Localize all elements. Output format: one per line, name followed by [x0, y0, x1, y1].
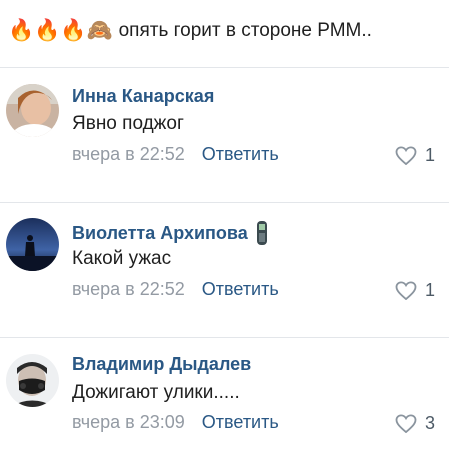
- like-count: 1: [424, 280, 435, 300]
- comment-item: Владимир Дыдалев Дожигают улики..... вче…: [0, 338, 449, 449]
- avatar[interactable]: [6, 84, 59, 137]
- avatar[interactable]: [6, 218, 59, 271]
- comment-meta: вчера в 22:52 Ответить: [72, 144, 279, 165]
- like-count: 1: [424, 145, 435, 165]
- comment-item: Инна Канарская Явно поджог вчера в 22:52…: [0, 68, 449, 188]
- reply-button[interactable]: Ответить: [202, 412, 279, 432]
- heart-icon: [395, 281, 417, 300]
- comment-author[interactable]: Виолетта Архипова: [72, 220, 268, 246]
- comment-meta: вчера в 23:09 Ответить: [72, 412, 279, 433]
- comment-item: Виолетта Архипова Какой ужас вчера в 22:…: [0, 203, 449, 323]
- comment-time[interactable]: вчера в 22:52: [72, 144, 185, 164]
- comment-text: Какой ужас: [72, 248, 172, 269]
- author-name[interactable]: Инна Канарская: [72, 86, 214, 107]
- like-count: 3: [424, 413, 435, 433]
- comments-thread: 🔥🔥🔥🙈 опять горит в стороне РММ.. Инна Ка…: [0, 0, 449, 449]
- mobile-phone-icon: [256, 220, 268, 246]
- fire-emojis-icon: 🔥🔥🔥🙈: [8, 19, 113, 42]
- comment-time[interactable]: вчера в 22:52: [72, 279, 185, 299]
- comment-text: Явно поджог: [72, 113, 184, 134]
- author-name[interactable]: Владимир Дыдалев: [72, 354, 251, 375]
- comment-time[interactable]: вчера в 23:09: [72, 412, 185, 432]
- comment-meta: вчера в 22:52 Ответить: [72, 279, 279, 300]
- comment-text: Дожигают улики.....: [72, 382, 240, 403]
- avatar[interactable]: [6, 354, 59, 407]
- comment-author[interactable]: Владимир Дыдалев: [72, 354, 251, 375]
- heart-icon: [395, 414, 417, 433]
- reply-button[interactable]: Ответить: [202, 144, 279, 164]
- like-button[interactable]: 1: [395, 280, 435, 301]
- heart-icon: [395, 146, 417, 165]
- like-button[interactable]: 1: [395, 145, 435, 166]
- comment-author[interactable]: Инна Канарская: [72, 86, 214, 107]
- reply-button[interactable]: Ответить: [202, 279, 279, 299]
- post-caption: опять горит в стороне РММ..: [118, 20, 372, 41]
- post-text: 🔥🔥🔥🙈 опять горит в стороне РММ..: [8, 14, 372, 48]
- author-name[interactable]: Виолетта Архипова: [72, 223, 248, 244]
- like-button[interactable]: 3: [395, 413, 435, 434]
